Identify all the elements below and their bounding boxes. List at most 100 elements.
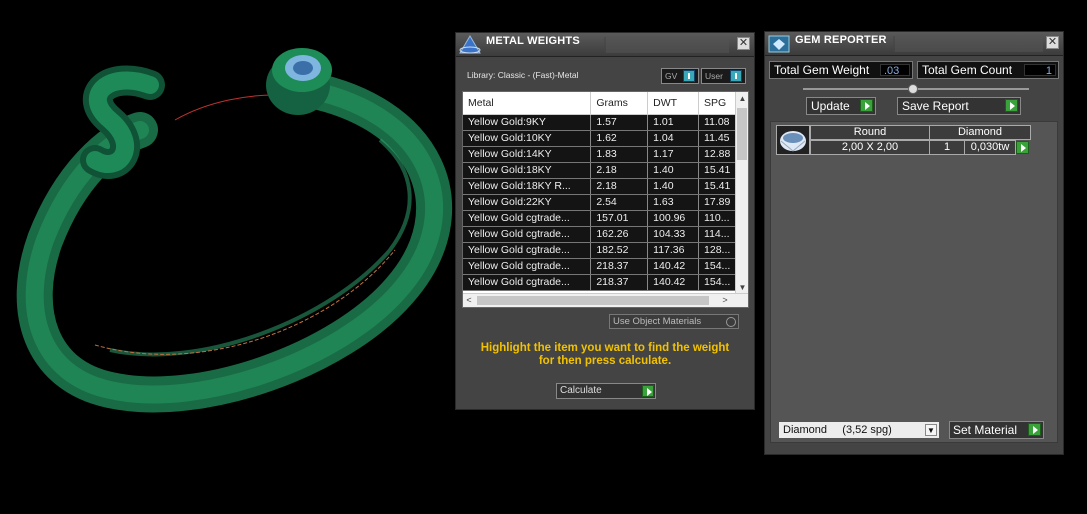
metal-cell: Yellow Gold:18KY — [463, 162, 592, 179]
user-toggle-icon — [730, 70, 742, 82]
spg-cell: 11.08 — [698, 114, 736, 131]
grams-cell: 182.52 — [590, 242, 649, 259]
table-row[interactable]: Yellow Gold cgtrade... 218.37 140.42 154... — [463, 258, 736, 275]
table-row[interactable]: Yellow Gold:10KY 1.62 1.04 11.45 — [463, 130, 736, 147]
dwt-cell: 1.40 — [647, 162, 700, 179]
use-object-materials-toggle[interactable]: Use Object Materials — [609, 314, 739, 329]
spg-cell: 17.89 — [698, 194, 736, 211]
3d-viewport[interactable] — [0, 0, 455, 514]
update-label: Update — [811, 99, 850, 113]
scroll-right-icon[interactable]: > — [719, 294, 731, 307]
grams-cell: 1.57 — [590, 114, 649, 131]
table-row[interactable]: Yellow Gold cgtrade... 218.37 140.42 154... — [463, 274, 736, 291]
table-row[interactable]: Yellow Gold cgtrade... 182.52 117.36 128... — [463, 242, 736, 259]
round-diamond-icon — [780, 131, 806, 152]
total-gem-weight-field: Total Gem Weight .03 — [769, 61, 913, 79]
save-report-button[interactable]: Save Report — [897, 97, 1021, 115]
gem-reporter-title: GEM REPORTER — [795, 34, 887, 46]
gem-list[interactable]: Round Diamond 2,00 X 2,00 1 0,030tw — [770, 121, 1058, 443]
titlebar-grip — [893, 36, 1043, 52]
gem-slider[interactable] — [803, 84, 1029, 94]
gem-weight-cell: 0,030tw — [964, 140, 1016, 155]
save-report-label: Save Report — [902, 99, 969, 113]
gv-toggle-icon — [683, 70, 695, 82]
spg-cell: 154... — [698, 274, 736, 291]
gem-reporter-logo-icon — [768, 35, 790, 53]
gv-label: GV — [665, 71, 678, 81]
calculate-button[interactable]: Calculate — [556, 383, 656, 399]
update-button[interactable]: Update — [806, 97, 876, 115]
spg-cell: 154... — [698, 258, 736, 275]
gem-reporter-titlebar[interactable]: GEM REPORTER ✕ — [765, 32, 1063, 56]
close-icon[interactable]: ✕ — [737, 37, 750, 50]
total-gem-count-label: Total Gem Count — [922, 63, 1013, 77]
spg-cell: 11.45 — [698, 130, 736, 147]
gv-toggle[interactable]: GV — [661, 68, 699, 84]
scroll-left-icon[interactable]: < — [463, 294, 475, 307]
metal-table[interactable]: Metal Grams DWT SPG Yellow Gold:9KY 1.57 1… — [462, 91, 749, 308]
dwt-cell: 100.96 — [647, 210, 700, 227]
user-label: User — [705, 71, 723, 81]
grams-cell: 1.62 — [590, 130, 649, 147]
total-gem-weight-label: Total Gem Weight — [774, 63, 870, 77]
material-select[interactable]: Diamond (3,52 spg) ▼ — [778, 421, 940, 439]
gem-shape-cell: Round — [810, 125, 930, 140]
spg-cell: 15.41 — [698, 178, 736, 195]
gem-material-cell: Diamond — [929, 125, 1031, 140]
total-gem-count-value: 1 — [1024, 64, 1056, 77]
set-material-button[interactable]: Set Material — [949, 421, 1044, 439]
gem-size-cell: 2,00 X 2,00 — [810, 140, 930, 155]
calculate-label: Calculate — [560, 385, 602, 396]
metal-weights-title: METAL WEIGHTS — [486, 35, 580, 47]
metal-cell: Yellow Gold cgtrade... — [463, 210, 592, 227]
library-label: Library: Classic - (Fast)-Metal — [467, 70, 579, 80]
close-icon[interactable]: ✕ — [1046, 36, 1059, 49]
play-arrow-icon — [642, 385, 654, 397]
gem-thumbnail[interactable] — [776, 125, 810, 155]
spg-cell: 110... — [698, 210, 736, 227]
grams-cell: 218.37 — [590, 274, 649, 291]
user-toggle[interactable]: User — [701, 68, 746, 84]
scroll-thumb[interactable] — [737, 108, 747, 160]
gem-count-cell: 1 — [929, 140, 965, 155]
metal-cell: Yellow Gold cgtrade... — [463, 242, 592, 259]
dwt-cell: 117.36 — [647, 242, 700, 259]
vertical-scrollbar[interactable]: ▲ ▼ — [735, 92, 748, 295]
table-row[interactable]: Yellow Gold:18KY R... 2.18 1.40 15.41 — [463, 178, 736, 195]
scroll-thumb-horizontal[interactable] — [477, 296, 709, 305]
play-arrow-icon — [1028, 423, 1041, 436]
horizontal-scrollbar[interactable]: < > — [463, 293, 748, 307]
grams-cell: 2.54 — [590, 194, 649, 211]
dwt-cell: 140.42 — [647, 274, 700, 291]
total-gem-weight-value: .03 — [880, 64, 910, 77]
table-row[interactable]: Yellow Gold:9KY 1.57 1.01 11.08 — [463, 114, 736, 131]
gem-row-arrow-icon[interactable] — [1016, 141, 1029, 154]
column-header-metal[interactable]: Metal — [463, 92, 592, 115]
table-row[interactable]: Yellow Gold cgtrade... 162.26 104.33 114... — [463, 226, 736, 243]
column-header-spg[interactable]: SPG — [698, 92, 736, 115]
grams-cell: 1.83 — [590, 146, 649, 163]
bracelet-model — [16, 48, 453, 413]
column-header-grams[interactable]: Grams — [590, 92, 649, 115]
slider-knob[interactable] — [908, 84, 918, 94]
metal-cell: Yellow Gold:22KY — [463, 194, 592, 211]
material-select-value: Diamond (3,52 spg) — [783, 424, 892, 436]
metal-weights-titlebar[interactable]: METAL WEIGHTS ✕ — [456, 33, 754, 57]
grams-cell: 157.01 — [590, 210, 649, 227]
grams-cell: 162.26 — [590, 226, 649, 243]
play-arrow-icon — [1005, 99, 1018, 112]
table-row[interactable]: Yellow Gold:22KY 2.54 1.63 17.89 — [463, 194, 736, 211]
scroll-up-icon[interactable]: ▲ — [736, 92, 748, 106]
dwt-cell: 104.33 — [647, 226, 700, 243]
chevron-down-icon[interactable]: ▼ — [925, 424, 937, 436]
grams-cell: 2.18 — [590, 162, 649, 179]
gem-reporter-panel: GEM REPORTER ✕ Total Gem Weight .03 Tota… — [764, 31, 1064, 455]
table-row[interactable]: Yellow Gold cgtrade... 157.01 100.96 110... — [463, 210, 736, 227]
dwt-cell: 140.42 — [647, 258, 700, 275]
column-header-dwt[interactable]: DWT — [647, 92, 700, 115]
table-row[interactable]: Yellow Gold:18KY 2.18 1.40 15.41 — [463, 162, 736, 179]
grams-cell: 218.37 — [590, 258, 649, 275]
metal-weights-logo-icon — [459, 35, 481, 54]
table-row[interactable]: Yellow Gold:14KY 1.83 1.17 12.88 — [463, 146, 736, 163]
spg-cell: 12.88 — [698, 146, 736, 163]
